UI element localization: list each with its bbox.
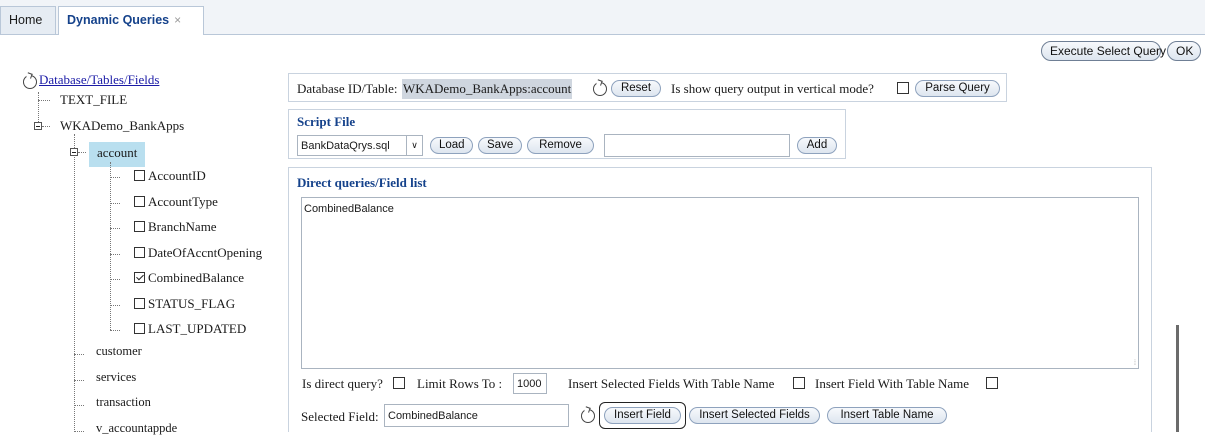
- tree-line: [110, 202, 120, 204]
- tab-dynamic-queries-label: Dynamic Queries: [67, 13, 170, 27]
- tree-line: [110, 228, 120, 229]
- tree-line: [110, 304, 120, 306]
- tree-line: [74, 379, 84, 381]
- field-label: CombinedBalance: [148, 270, 245, 285]
- direct-queries-panel: Direct queries/Field list CombinedBalanc…: [288, 167, 1152, 432]
- tree-line: [74, 430, 84, 432]
- tree-field-item[interactable]: STATUS_FLAG: [134, 296, 235, 312]
- tab-home-label: Home: [9, 13, 43, 27]
- script-name-input[interactable]: [604, 134, 790, 157]
- limit-rows-value: 1000: [517, 378, 542, 390]
- execute-select-query-button[interactable]: Execute Select Query: [1041, 41, 1166, 61]
- tree-node-text-file[interactable]: TEXT_FILE: [60, 92, 127, 108]
- is-direct-query-label: Is direct query?: [302, 376, 383, 391]
- direct-queries-title: Direct queries/Field list: [297, 175, 427, 190]
- parse-query-button[interactable]: Parse Query: [915, 80, 1000, 97]
- scrollbar[interactable]: [1176, 325, 1179, 432]
- selected-field-input[interactable]: CombinedBalance: [384, 404, 569, 427]
- field-label: AccountID: [148, 168, 206, 183]
- selected-field-value: CombinedBalance: [388, 410, 478, 422]
- tree-node-account[interactable]: account: [89, 142, 146, 167]
- script-file-selected: BankDataQrys.sql: [301, 140, 390, 152]
- is-direct-query-checkbox[interactable]: [393, 377, 405, 389]
- field-checkbox[interactable]: [134, 195, 145, 207]
- tree-node-table[interactable]: v_accountappde: [96, 421, 177, 436]
- insert-field-with-table-label: Insert Field With Table Name: [815, 376, 970, 391]
- tree-field-item[interactable]: DateOfAccntOpening: [134, 245, 262, 261]
- tree-field-item[interactable]: CombinedBalance: [134, 270, 244, 286]
- script-file-panel: Script File BankDataQrys.sql ∨ Load Save…: [288, 109, 846, 159]
- tree-node-table[interactable]: transaction: [96, 395, 151, 410]
- tree-line: [110, 253, 120, 255]
- query-text: CombinedBalance: [304, 203, 394, 215]
- insert-field-with-table-checkbox[interactable]: [986, 377, 998, 389]
- tree-field-item[interactable]: BranchName: [134, 219, 217, 235]
- query-textarea[interactable]: CombinedBalance ⁞: [301, 197, 1139, 369]
- database-id-value: WKADemo_BankApps:account: [402, 79, 573, 99]
- reset-button[interactable]: Reset: [611, 80, 661, 97]
- script-file-select[interactable]: BankDataQrys.sql ∨: [297, 135, 423, 156]
- field-checkbox[interactable]: [134, 170, 145, 181]
- tree-field-item[interactable]: LAST_UPDATED: [134, 321, 246, 337]
- field-checkbox[interactable]: [134, 323, 145, 334]
- tab-dynamic-queries[interactable]: Dynamic Queries ×: [58, 6, 204, 35]
- field-label: BranchName: [148, 219, 217, 234]
- tree-node-table[interactable]: customer: [96, 344, 142, 359]
- field-label: STATUS_FLAG: [148, 295, 236, 311]
- insert-field-button[interactable]: Insert Field: [604, 407, 681, 424]
- tree-line: [74, 354, 84, 355]
- field-label: DateOfAccntOpening: [148, 244, 263, 260]
- tree-line: [110, 279, 120, 280]
- limit-rows-input[interactable]: 1000: [513, 373, 547, 394]
- database-id-label: Database ID/Table:: [297, 81, 398, 96]
- tree-line: [74, 405, 84, 406]
- chevron-down-icon[interactable]: ∨: [406, 136, 422, 155]
- field-checkbox[interactable]: [134, 272, 145, 283]
- add-button[interactable]: Add: [797, 137, 837, 154]
- refresh-icon[interactable]: [581, 409, 595, 423]
- tree-line: [78, 152, 86, 153]
- load-button[interactable]: Load: [430, 137, 473, 154]
- field-checkbox[interactable]: [134, 246, 145, 258]
- field-label: AccountType: [148, 193, 218, 209]
- tree-field-item[interactable]: AccountType: [134, 194, 218, 210]
- script-file-title: Script File: [297, 114, 356, 129]
- field-checkbox[interactable]: [134, 221, 145, 232]
- tree-field-item[interactable]: AccountID: [134, 168, 206, 184]
- insert-with-table-checkbox[interactable]: [793, 377, 805, 389]
- save-button[interactable]: Save: [478, 137, 522, 154]
- limit-rows-label: Limit Rows To :: [417, 376, 503, 391]
- field-label: LAST_UPDATED: [148, 321, 247, 336]
- tab-bar: Home Dynamic Queries ×: [0, 0, 1205, 35]
- vertical-mode-label: Is show query output in vertical mode?: [671, 81, 874, 96]
- refresh-icon[interactable]: [593, 82, 607, 96]
- selected-field-label: Selected Field:: [301, 409, 379, 424]
- remove-button[interactable]: Remove: [527, 137, 594, 154]
- insert-with-table-label: Insert Selected Fields With Table Name: [568, 376, 775, 391]
- tab-home[interactable]: Home: [0, 6, 56, 34]
- collapse-icon[interactable]: [70, 148, 78, 156]
- ok-button[interactable]: OK: [1167, 41, 1201, 61]
- vertical-mode-checkbox[interactable]: [897, 82, 909, 94]
- tree-line: [38, 100, 50, 101]
- database-id-bar: Database ID/Table: WKADemo_BankApps:acco…: [288, 73, 1007, 102]
- tree-line: [38, 92, 39, 126]
- close-icon[interactable]: ×: [174, 13, 181, 27]
- tree-line: [42, 126, 50, 127]
- tree-line: [110, 177, 120, 178]
- tree-node-table[interactable]: services: [96, 370, 136, 385]
- tree-line: [110, 330, 120, 331]
- insert-table-name-button[interactable]: Insert Table Name: [827, 407, 947, 424]
- resize-handle-icon[interactable]: ⁞: [1134, 360, 1136, 367]
- refresh-icon[interactable]: [23, 75, 37, 89]
- insert-selected-fields-button[interactable]: Insert Selected Fields: [689, 407, 820, 424]
- collapse-icon[interactable]: [34, 122, 42, 130]
- field-checkbox[interactable]: [134, 297, 145, 309]
- tree-node-database[interactable]: WKADemo_BankApps: [60, 118, 184, 134]
- tree-root-link[interactable]: Database/Tables/Fields: [39, 72, 159, 88]
- tree-line: [74, 134, 75, 432]
